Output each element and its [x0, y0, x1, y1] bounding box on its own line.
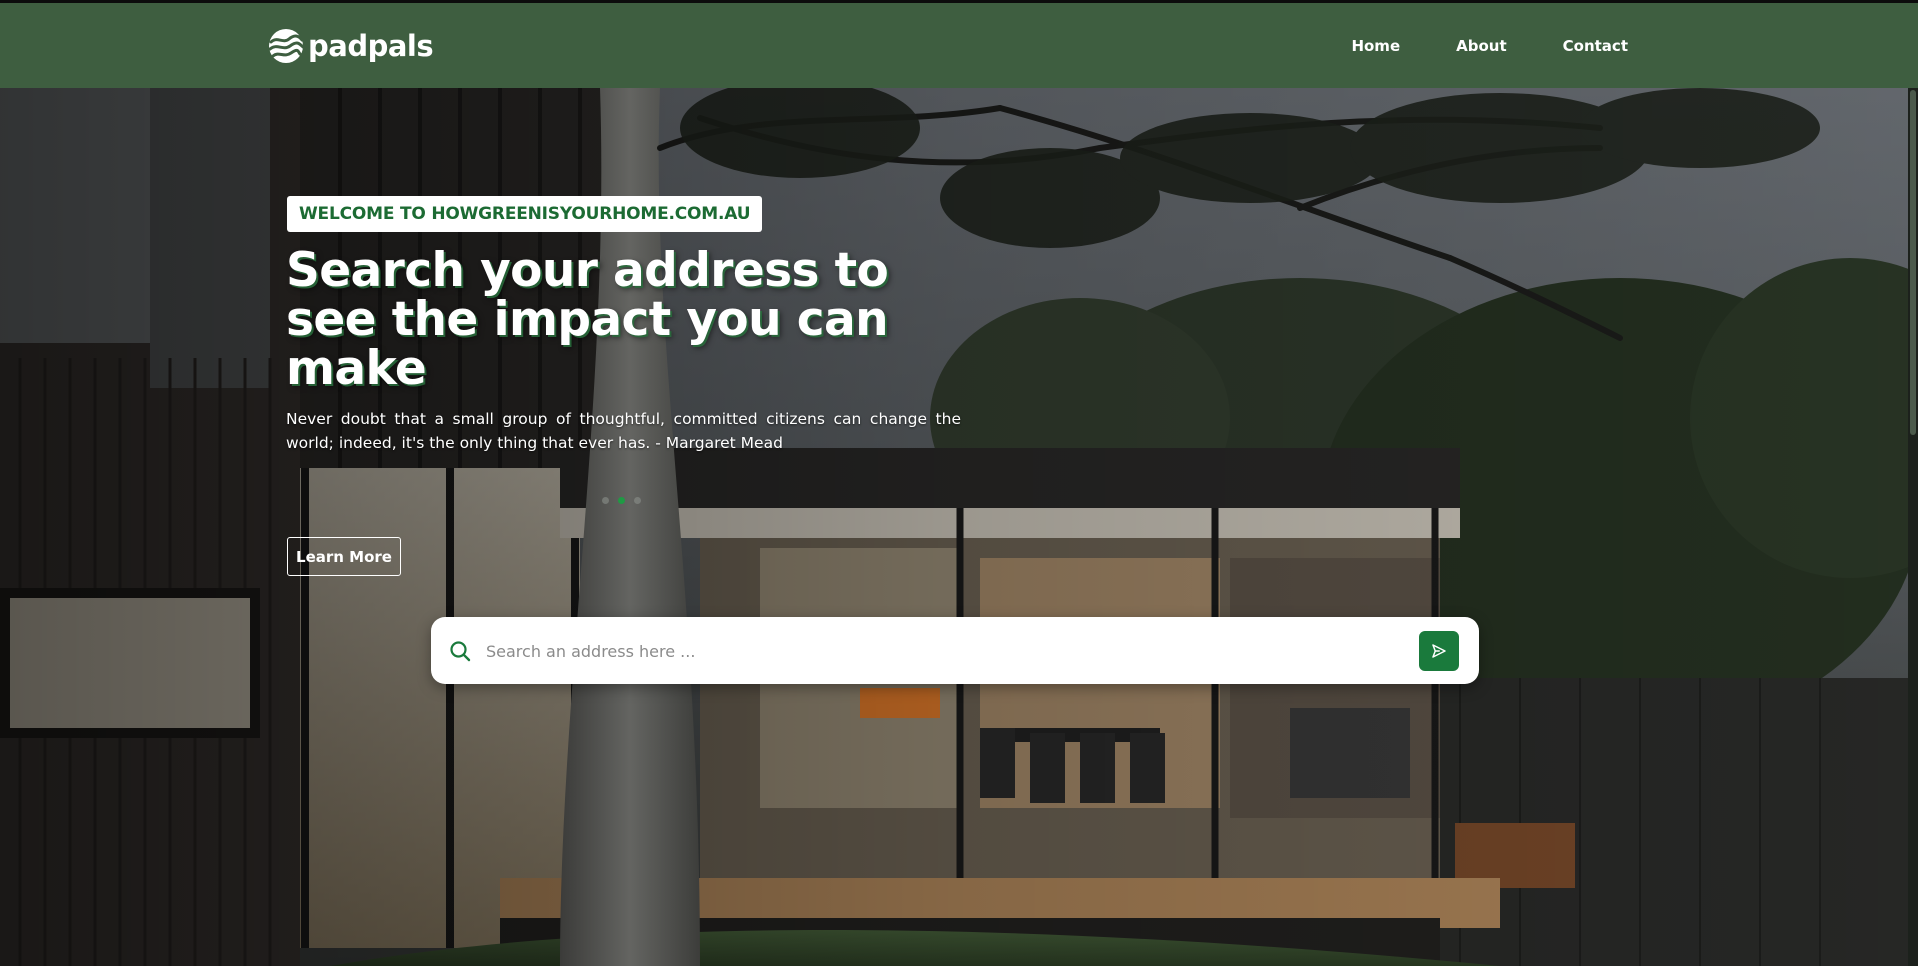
carousel-dot-2-active[interactable] [618, 497, 625, 504]
main-nav: Home About Contact [1351, 37, 1628, 55]
site-header: padpals Home About Contact [0, 3, 1918, 88]
learn-more-button[interactable]: Learn More [287, 537, 401, 576]
scrollbar-thumb[interactable] [1910, 90, 1916, 435]
send-icon [1432, 644, 1446, 658]
welcome-badge: WELCOME TO HOWGREENISYOURHOME.COM.AU [287, 196, 763, 232]
address-search-input[interactable] [486, 631, 1386, 671]
nav-about[interactable]: About [1456, 37, 1507, 55]
brand-logo[interactable]: padpals [268, 26, 434, 66]
search-submit-button[interactable] [1419, 631, 1459, 671]
address-search-bar [431, 617, 1479, 684]
carousel-dots [602, 497, 641, 504]
hero-title: Search your address to see the impact yo… [286, 243, 889, 396]
nav-home[interactable]: Home [1351, 37, 1400, 55]
search-icon [450, 641, 471, 662]
brand-name: padpals [308, 29, 434, 63]
carousel-dot-1[interactable] [602, 497, 609, 504]
padpals-wave-logo-icon [268, 29, 304, 63]
carousel-dot-3[interactable] [634, 497, 641, 504]
nav-contact[interactable]: Contact [1563, 37, 1628, 55]
hero-quote: Never doubt that a small group of though… [286, 410, 961, 452]
